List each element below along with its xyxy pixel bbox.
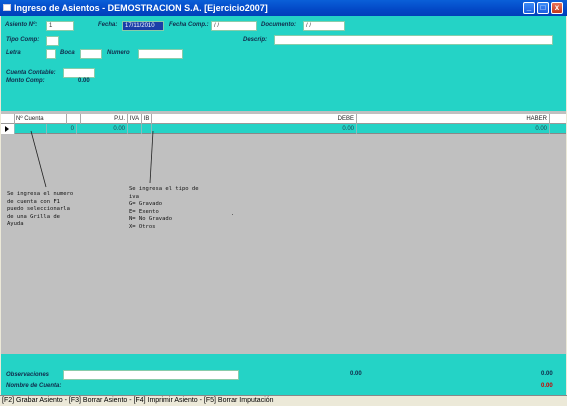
app-icon <box>3 4 11 11</box>
letra-label: Letra <box>6 50 21 56</box>
tipo-comp-label: Tipo Comp: <box>6 37 40 43</box>
asiento-field[interactable]: 1 <box>46 21 74 31</box>
numero-field[interactable] <box>138 49 183 59</box>
status-bar: [F2] Grabar Asiento - [F3] Borrar Asient… <box>0 395 567 406</box>
minimize-button[interactable]: _ <box>523 2 535 14</box>
fecha-label: Fecha: <box>98 22 118 28</box>
fecha-comp-label: Fecha Comp.: <box>169 22 209 28</box>
cuenta-help-note: Se ingresa el numero de cuenta con F1 pu… <box>7 191 74 227</box>
tipo-comp-field[interactable] <box>46 36 59 46</box>
monto-comp-value: 0.00 <box>78 78 90 84</box>
cuenta-contable-label: Cuenta Contable: <box>6 70 56 76</box>
window-title: Ingreso de Asientos - DEMOSTRACION S.A. … <box>14 3 268 13</box>
nombre-cuenta-label: Nombre de Cuenta: <box>6 383 62 389</box>
header-panel: Asiento Nº: 1 Fecha: 17/11/2010 Fecha Co… <box>1 16 566 111</box>
imputaciones-grid[interactable]: Nº Cuenta P.U. IVA IB DEBE HABER 0 0.00 … <box>1 111 566 354</box>
close-button[interactable]: x <box>551 2 563 14</box>
total-haber: 0.00 <box>541 371 553 377</box>
observaciones-field[interactable] <box>63 370 239 380</box>
footer-panel: Observaciones 0.00 0.00 Nombre de Cuenta… <box>1 354 566 395</box>
descrip-label: Descrip: <box>243 37 268 43</box>
asientos-window: Ingreso de Asientos - DEMOSTRACION S.A. … <box>0 0 567 406</box>
iva-help-note: Se ingresa el tipo de iva G= Gravado E= … <box>129 186 199 230</box>
saldo-value: 0.00 <box>541 383 553 389</box>
numero-label: Numero <box>107 50 130 56</box>
stray-dot: . <box>231 211 235 217</box>
maximize-button[interactable]: □ <box>537 2 549 14</box>
total-debe: 0.00 <box>350 371 362 377</box>
asiento-label: Asiento Nº: <box>5 22 38 28</box>
boca-field[interactable] <box>80 49 102 59</box>
boca-label: Boca <box>60 50 75 56</box>
documento-label: Documento: <box>261 22 296 28</box>
cuenta-contable-field[interactable] <box>63 68 95 78</box>
letra-field[interactable] <box>46 49 56 59</box>
observaciones-label: Observaciones <box>6 372 50 378</box>
title-bar[interactable]: Ingreso de Asientos - DEMOSTRACION S.A. … <box>0 0 567 16</box>
documento-field[interactable]: / / <box>303 21 345 31</box>
annotation-lines <box>30 130 154 188</box>
iva-annotation-line <box>149 130 154 184</box>
monto-comp-label: Monto Comp: <box>6 78 45 84</box>
fecha-field[interactable]: 17/11/2010 <box>122 21 164 31</box>
fecha-comp-field[interactable]: / / <box>211 21 257 31</box>
descrip-field[interactable] <box>274 35 553 45</box>
cuenta-annotation-line <box>30 130 47 188</box>
